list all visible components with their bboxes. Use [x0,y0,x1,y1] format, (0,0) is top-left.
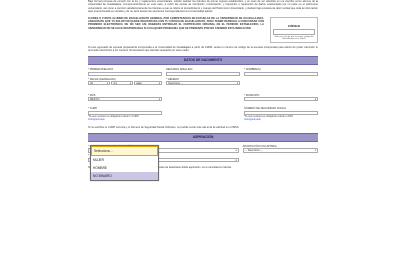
nss-link[interactable]: Consíguelo aquí [244,119,261,121]
primer-apellido-input[interactable] [88,71,162,77]
nombre-row: * PRIMER APELLIDO SEGUNDO APELLIDO * NOM… [88,68,318,77]
codigo-note: Sólo en caso de que tu tienes código de … [274,35,314,40]
codigo-input[interactable] [273,28,315,35]
fecha-genero-row: * FECHA (Dia/Mes/Año) dd mm aaaa * GÉNER… [88,78,318,86]
incorporada-paragraph: Si eres egresado de escuela preparatoria… [88,45,318,53]
genero-option-no-binario[interactable]: NO BINARIO [91,172,158,180]
curp-paragraph: Si no escribes tu CURP correcta y tu Núm… [88,125,240,129]
aportacion-select[interactable]: --- Selecciona --- [242,148,318,153]
pais-row: * PAÍS MEXICO * MUNICIPIO [88,94,318,102]
genero-option-hombre[interactable]: HOMBRE [91,164,158,172]
codigo-box: CÓDIGO Sólo en caso de que tu tienes cód… [270,16,318,43]
codigo-section: SI ERES O FUISTE ALUMNO DE BACHILLERATO … [88,16,318,43]
anio-select[interactable]: aaaa [134,81,162,86]
dia-select[interactable]: dd [88,81,111,86]
municipio-select[interactable] [244,97,318,102]
curp-row: * CURP *Si eres mexicano es obligatorio … [88,107,318,121]
nombres-input[interactable] [244,71,318,77]
nss-note: *Si eres mexicano es obligatorio colocar… [244,115,294,118]
datos-nacimiento-header: DATOS DE NACIMIENTO [88,56,318,66]
segundo-apellido-input[interactable] [166,71,240,77]
mes-select[interactable]: mm [111,81,134,86]
curp-note: *Si eres mexicano es obligatorio colocar… [88,115,139,118]
bachillerato-warning: SI ERES O FUISTE ALUMNO DE BACHILLERATO … [88,16,264,30]
aspiracion-header: ASPIRACIÓN [88,132,318,142]
intro-paragraph: Bajo formal promesa de cumplir con la le… [88,0,318,14]
genero-dropdown-list[interactable]: Selecciona ... MUJER HOMBRE NO BINARIO [90,145,159,181]
curp-link[interactable]: Consíguelo aquí [88,119,105,121]
genero-option-mujer[interactable]: MUJER [91,156,158,164]
genero-option-selecciona[interactable]: Selecciona ... [91,146,158,156]
pais-select[interactable]: MEXICO [88,97,162,102]
nss-input[interactable] [244,110,318,116]
genero-select[interactable]: Selecciona ... [166,81,240,86]
curp-input[interactable] [88,110,162,116]
codigo-label: CÓDIGO [287,23,301,28]
